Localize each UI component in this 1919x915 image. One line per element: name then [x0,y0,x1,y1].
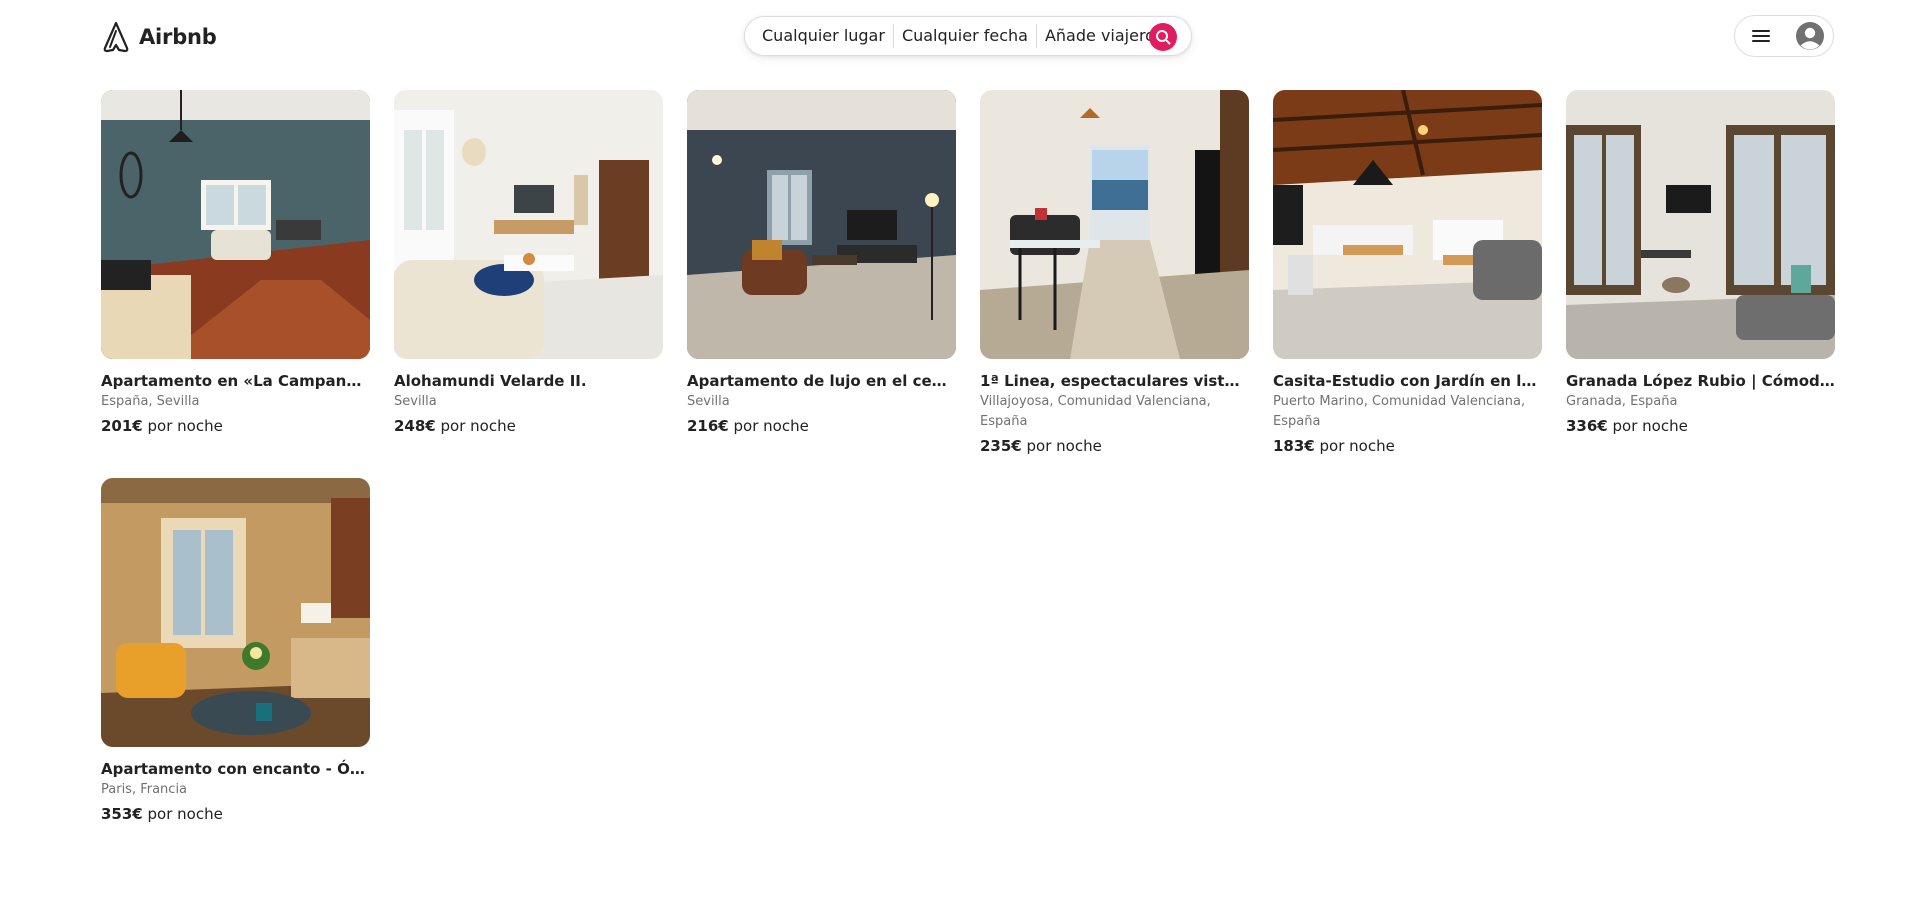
listing-photo[interactable] [394,90,663,359]
dining-room-sea-view-photo [980,90,1249,359]
listing-price: 216€ por noche [687,416,956,436]
price-suffix: por noche [147,417,223,435]
white-living-room-photo [394,90,663,359]
price-suffix: por noche [1026,437,1102,455]
listing-photo[interactable] [101,478,370,747]
price-amount: 235€ [980,437,1022,455]
listing-photo[interactable] [687,90,956,359]
price-suffix: por noche [440,417,516,435]
search-icon [1156,30,1171,45]
listing-location: Granada, España [1566,394,1678,409]
user-avatar-icon [1796,22,1824,50]
listing-card[interactable]: Apartamento en «La Campana», … España, S… [101,90,370,436]
airbnb-logo-icon [103,21,129,53]
search-where[interactable]: Cualquier lugar [762,26,885,46]
listing-photo[interactable] [1273,90,1542,359]
listing-photo[interactable] [101,90,370,359]
listing-price: 353€ por noche [101,804,370,824]
listing-title: Granada López Rubio | Cómodo a… [1566,372,1835,390]
listing-price: 336€ por noche [1566,416,1835,436]
search-who[interactable]: Añade viajeros [1045,26,1163,46]
listing-price: 201€ por noche [101,416,370,436]
user-menu-button[interactable] [1734,15,1834,57]
listing-price: 183€ por noche [1273,436,1542,456]
dark-living-room-photo [687,90,956,359]
price-suffix: por noche [147,805,223,823]
listing-card[interactable]: Apartamento con encanto - Ópera Paris, F… [101,478,370,824]
listing-title: Apartamento con encanto - Ópera [101,760,370,778]
listing-title: Alohamundi Velarde II. [394,372,587,390]
listing-location: Sevilla [687,394,730,409]
listing-photo[interactable] [980,90,1249,359]
listing-location: Paris, Francia [101,782,188,797]
listing-price: 235€ por noche [980,436,1249,456]
listing-card[interactable]: 1ª Linea, espectaculares vistas en … Vil… [980,90,1249,456]
listing-location: Puerto Marino, Comunidad Valenciana, Esp… [1273,394,1526,429]
hamburger-menu-icon [1752,30,1770,42]
search-divider [892,24,894,48]
listings-grid: Apartamento en «La Campana», … España, S… [101,90,1835,824]
listing-photo[interactable] [1566,90,1835,359]
listing-card[interactable]: Alohamundi Velarde II. Sevilla 248€ por … [394,90,663,436]
search-bar[interactable]: Cualquier lugar Cualquier fecha Añade vi… [744,16,1192,56]
listing-card[interactable]: Casita-Estudio con Jardín en la pl… Puer… [1273,90,1542,456]
top-header: Airbnb Cualquier lugar Cualquier fecha A… [0,0,1919,74]
price-amount: 353€ [101,805,143,823]
warm-room-window-photo [101,478,370,747]
listing-location: España, Sevilla [101,394,200,409]
price-suffix: por noche [1319,437,1395,455]
listing-title: Apartamento de lujo en el centro… [687,372,956,390]
listing-location: Villajoyosa, Comunidad Valenciana, Españ… [980,394,1211,429]
price-suffix: por noche [733,417,809,435]
price-amount: 201€ [101,417,143,435]
search-divider [1035,24,1037,48]
wooden-ceiling-studio-photo [1273,90,1542,359]
listing-price: 248€ por noche [394,416,663,436]
listing-card[interactable]: Apartamento de lujo en el centro… Sevill… [687,90,956,436]
price-amount: 336€ [1566,417,1608,435]
listing-title: 1ª Linea, espectaculares vistas en … [980,372,1249,390]
balcony-living-room-photo [1566,90,1835,359]
brand-name: Airbnb [139,25,217,49]
listing-card[interactable]: Granada López Rubio | Cómodo a… Granada,… [1566,90,1835,436]
search-when[interactable]: Cualquier fecha [902,26,1028,46]
listing-location: Sevilla [394,394,437,409]
living-room-blue-walls-photo [101,90,370,359]
price-suffix: por noche [1612,417,1688,435]
price-amount: 248€ [394,417,436,435]
price-amount: 183€ [1273,437,1315,455]
price-amount: 216€ [687,417,729,435]
listing-title: Apartamento en «La Campana», … [101,372,370,390]
listing-title: Casita-Estudio con Jardín en la pl… [1273,372,1542,390]
airbnb-logo[interactable]: Airbnb [101,20,217,54]
search-button[interactable] [1149,23,1177,51]
